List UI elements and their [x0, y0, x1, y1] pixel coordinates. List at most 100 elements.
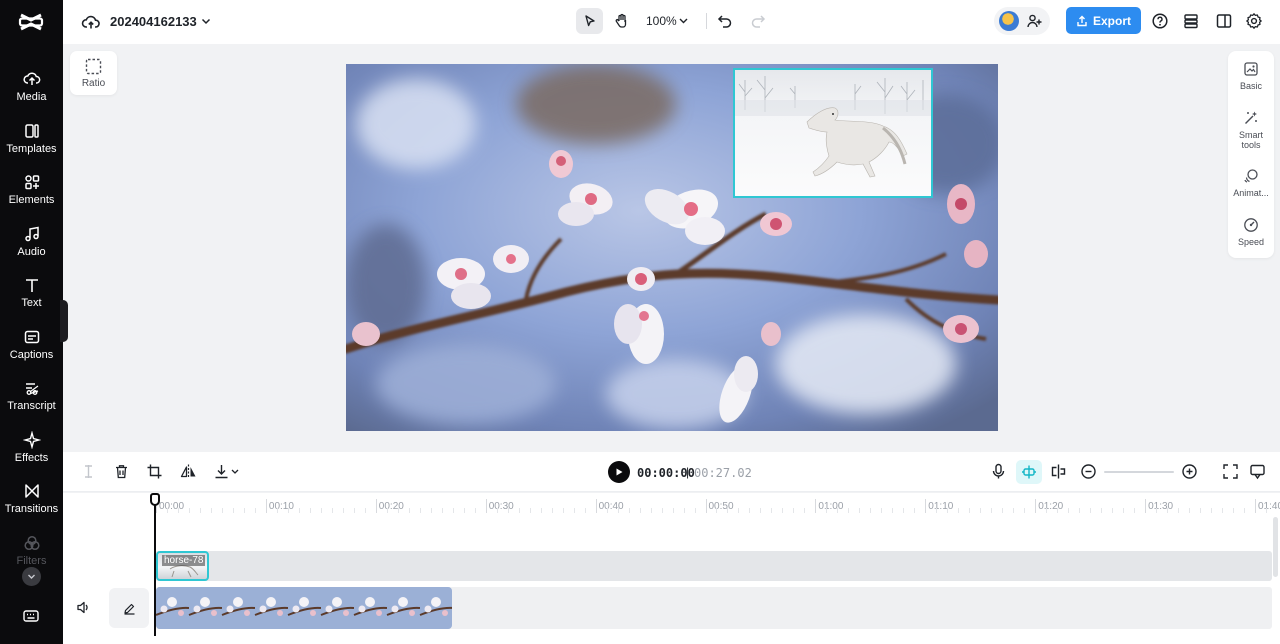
panel-tab-animation[interactable]: Animat...	[1228, 168, 1274, 198]
cloud-upload-icon	[22, 72, 40, 85]
sidebar-item-elements[interactable]: Elements	[0, 169, 63, 217]
ruler-tick	[1145, 499, 1147, 513]
edit-cover-button[interactable]	[109, 588, 149, 628]
feedback-icon[interactable]	[1249, 463, 1266, 480]
ruler-tick	[485, 499, 487, 513]
aspect-ratio-icon	[85, 58, 102, 75]
auto-snap-toggle[interactable]	[1016, 460, 1042, 484]
delete-trash-icon[interactable]	[113, 463, 130, 480]
capcut-logo[interactable]	[18, 9, 44, 35]
download-icon[interactable]	[213, 463, 230, 480]
keyboard-shortcuts-icon[interactable]	[22, 607, 40, 625]
ratio-button[interactable]: Ratio	[70, 51, 117, 95]
transcript-icon	[25, 383, 38, 395]
project-title[interactable]: 202404162133	[110, 14, 197, 29]
ruler-minor-tick	[650, 508, 652, 513]
ruler-minor-tick	[958, 508, 960, 513]
undo-icon[interactable]	[716, 12, 734, 30]
filmstrip-frame	[188, 587, 223, 629]
timeline[interactable]: 00:00 00:10 00:20 00:30 00:40 00:50 01:00 01:10…	[63, 493, 1280, 644]
fullscreen-icon[interactable]	[1222, 463, 1239, 480]
chevron-down-icon[interactable]	[200, 15, 212, 27]
cloud-sync-icon[interactable]	[81, 12, 101, 32]
sidebar-collapse-handle[interactable]	[60, 300, 68, 342]
flip-mirror-icon[interactable]	[180, 463, 197, 480]
ruler-minor-tick	[496, 508, 498, 513]
timeline-scrollbar[interactable]	[1273, 517, 1278, 577]
sidebar-item-audio[interactable]: Audio	[0, 221, 63, 269]
collaborators-group[interactable]	[994, 7, 1050, 35]
sidebar-item-effects[interactable]: Effects	[0, 427, 63, 475]
ruler-minor-tick	[573, 508, 575, 513]
sidebar-item-captions[interactable]: Captions	[0, 324, 63, 372]
sidebar-item-media[interactable]: Media	[0, 66, 63, 114]
add-user-icon[interactable]	[1026, 13, 1042, 29]
sidebar-item-text[interactable]: Text	[0, 272, 63, 320]
playhead[interactable]	[154, 501, 156, 636]
zoom-out-icon[interactable]	[1080, 463, 1097, 480]
ruler-tick	[375, 499, 377, 513]
redo-icon[interactable]	[749, 12, 767, 30]
sidebar-item-label: Text	[21, 297, 42, 309]
left-sidebar: Media Templates Elements Audio Text Capt…	[0, 0, 63, 644]
sidebar-expand-button[interactable]	[22, 567, 41, 586]
ruler-minor-tick	[771, 508, 773, 513]
sidebar-item-transitions[interactable]: Transitions	[0, 478, 63, 526]
music-note-icon	[24, 226, 39, 242]
main-video-clip[interactable]	[156, 587, 452, 629]
chevron-down-icon[interactable]	[678, 15, 689, 26]
ruler-minor-tick	[1211, 508, 1213, 513]
ruler-minor-tick	[804, 508, 806, 513]
ruler-minor-tick	[1046, 508, 1048, 513]
ruler-tick-label: 00:10	[268, 501, 294, 512]
ruler-minor-tick	[892, 508, 894, 513]
zoom-in-icon[interactable]	[1181, 463, 1198, 480]
help-icon[interactable]	[1151, 12, 1169, 30]
sidebar-item-templates[interactable]: Templates	[0, 118, 63, 166]
layout-panel-icon[interactable]	[1215, 12, 1233, 30]
sidebar-item-label: Effects	[14, 452, 49, 464]
filmstrip-frame	[353, 587, 388, 629]
ruler-minor-tick	[837, 508, 839, 513]
captions-icon	[24, 330, 39, 344]
ruler-minor-tick	[342, 508, 344, 513]
ruler-minor-tick	[617, 508, 619, 513]
select-tool-button[interactable]	[576, 8, 603, 34]
chevron-down-icon[interactable]	[230, 463, 240, 480]
ruler-minor-tick	[661, 508, 663, 513]
filmstrip-frame	[320, 587, 355, 629]
ruler-minor-tick	[1013, 508, 1015, 513]
overlay-clip[interactable]: horse-78	[156, 551, 209, 581]
ruler-minor-tick	[584, 508, 586, 513]
ruler-minor-tick	[507, 508, 509, 513]
panel-tab-basic[interactable]: Basic	[1228, 61, 1274, 91]
panel-tab-speed[interactable]: Speed	[1228, 217, 1274, 247]
playhead-handle[interactable]	[150, 493, 160, 506]
play-icon	[616, 468, 623, 476]
ratio-label: Ratio	[81, 78, 106, 89]
hand-tool-button[interactable]	[609, 8, 635, 34]
ruler-minor-tick	[903, 508, 905, 513]
crop-icon[interactable]	[146, 463, 163, 480]
zoom-level[interactable]: 100%	[646, 14, 677, 28]
overlay-clip-preview[interactable]	[733, 68, 933, 198]
play-button[interactable]	[608, 461, 630, 483]
ruler-minor-tick	[320, 508, 322, 513]
settings-gear-icon[interactable]	[1245, 12, 1263, 30]
header-divider	[706, 13, 707, 29]
microphone-icon[interactable]	[990, 463, 1007, 480]
export-button[interactable]: Export	[1066, 7, 1141, 34]
split-icon[interactable]	[80, 463, 97, 480]
ruler-tick	[595, 499, 597, 513]
overlay-track[interactable]	[155, 551, 1272, 581]
time-ruler[interactable]: 00:00 00:10 00:20 00:30 00:40 00:50 01:00 01:10…	[63, 493, 1280, 515]
timeline-zoom-slider[interactable]	[1104, 471, 1174, 473]
panel-tab-smart-tools[interactable]: Smart tools	[1228, 110, 1274, 150]
ruler-minor-tick	[243, 508, 245, 513]
speaker-volume-icon[interactable]	[76, 600, 91, 615]
link-split-icon[interactable]	[1050, 463, 1067, 480]
storage-icon[interactable]	[1182, 12, 1200, 30]
avatar[interactable]	[999, 11, 1019, 31]
sidebar-item-transcript[interactable]: Transcript	[0, 375, 63, 423]
panel-tab-label: Basic	[1239, 81, 1262, 91]
